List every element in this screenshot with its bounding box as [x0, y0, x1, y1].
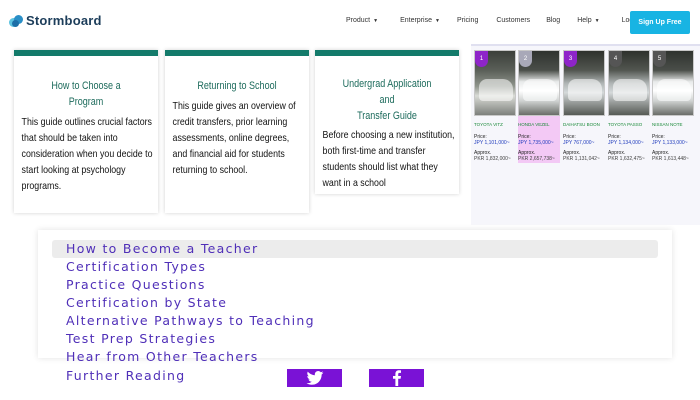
- car-price: JPY 1,134,000~: [608, 140, 644, 146]
- menu-link-alternative-pathways-to-teaching[interactable]: Alternative Pathways to Teaching: [66, 313, 315, 329]
- card-description: This guide outlines crucial factors that …: [21, 116, 153, 192]
- rank-badge: 1: [475, 51, 488, 67]
- twitter-share-button[interactable]: [287, 369, 342, 387]
- car-photo[interactable]: 3: [563, 50, 605, 116]
- car-photo[interactable]: 4: [608, 50, 650, 116]
- approx-total: PKR 1,131,042~: [563, 156, 600, 162]
- stormboard-logo-icon: [9, 14, 23, 28]
- menu-link-test-prep-strategies[interactable]: Test Prep Strategies: [66, 331, 216, 347]
- facebook-share-button[interactable]: [369, 369, 424, 387]
- car-card[interactable]: 1 TOYOTA VITZ Price: JPY 1,101,000~ Approx. P…: [474, 50, 516, 163]
- rank-badge: 2: [519, 51, 532, 67]
- menu-link-certification-by-state[interactable]: Certification by State: [66, 295, 227, 311]
- chevron-down-icon: ▼: [594, 18, 600, 24]
- car-price: JPY 1,101,000~: [474, 140, 510, 146]
- rank-badge: 4: [609, 51, 622, 67]
- car-body-shape: [523, 79, 557, 101]
- car-price: JPY 1,735,000~: [518, 140, 554, 146]
- approx-total: PKR 1,613,448~: [652, 156, 689, 162]
- car-body-shape: [568, 79, 602, 101]
- nav-link-blog[interactable]: Blog: [546, 17, 560, 24]
- car-body-shape: [657, 79, 691, 101]
- car-price: JPY 767,000~: [563, 140, 595, 146]
- sign-up-button[interactable]: Sign Up Free: [630, 11, 690, 34]
- car-body-shape: [479, 79, 513, 101]
- car-photo[interactable]: 1: [474, 50, 516, 116]
- menu-link-hear-from-other-teachers[interactable]: Hear from Other Teachers: [66, 349, 259, 365]
- facebook-icon: [392, 370, 401, 386]
- approx-total: PKR 2,657,738~: [518, 156, 555, 162]
- brand-logo[interactable]: Stormboard: [9, 13, 102, 28]
- menu-link-practice-questions[interactable]: Practice Questions: [66, 277, 206, 293]
- nav-link-customers[interactable]: Customers: [496, 17, 530, 24]
- menu-link-certification-types[interactable]: Certification Types: [66, 259, 206, 275]
- chevron-down-icon: ▼: [434, 18, 440, 24]
- car-body-shape: [613, 79, 647, 101]
- car-model-name[interactable]: DAIHATSU BOON: [563, 122, 605, 128]
- approx-total: PKR 1,632,475~: [608, 156, 645, 162]
- card-description: Before choosing a new institution, both f…: [322, 129, 455, 189]
- approx-total: PKR 1,832,000~: [474, 156, 511, 162]
- nav-link-help[interactable]: Help ▼: [577, 17, 599, 24]
- card-description: This guide gives an overview of credit tr…: [172, 100, 296, 176]
- car-listing-widget: 1 TOYOTA VITZ Price: JPY 1,101,000~ Approx. P…: [471, 44, 700, 225]
- menu-link-further-reading[interactable]: Further Reading: [66, 368, 185, 384]
- car-card[interactable]: 2 HONDA VEZEL Price: JPY 1,735,000~ Approx. P…: [518, 50, 560, 163]
- chevron-down-icon: ▼: [373, 18, 379, 24]
- card-title: Undergrad Application and Transfer Guide: [342, 78, 432, 122]
- nav-link-pricing[interactable]: Pricing: [457, 17, 478, 24]
- card-title: How to Choose a Program: [51, 80, 121, 108]
- guide-card-undergrad-transfer[interactable]: Undergrad Application and Transfer Guide…: [315, 50, 459, 194]
- guide-card-returning-school[interactable]: Returning to School This guide gives an …: [165, 50, 309, 213]
- nav-link-enterprise[interactable]: Enterprise ▼: [400, 17, 440, 24]
- car-photo[interactable]: 2: [518, 50, 560, 116]
- car-card[interactable]: 4 TOYOTA PASSO Price: JPY 1,134,000~ Approx.…: [608, 50, 650, 163]
- car-photo[interactable]: 5: [652, 50, 694, 116]
- car-card[interactable]: 3 DAIHATSU BOON Price: JPY 767,000~ Approx. P…: [563, 50, 605, 163]
- nav-links: Product ▼ Enterprise ▼ Pricing Customers Blog H…: [346, 17, 648, 24]
- car-model-name[interactable]: TOYOTA PASSO: [608, 122, 650, 128]
- rank-badge: 3: [564, 51, 577, 67]
- card-title: Returning to School: [197, 80, 277, 92]
- brand-name: Stormboard: [26, 13, 102, 28]
- nav-link-product[interactable]: Product ▼: [346, 17, 378, 24]
- rank-badge: 5: [653, 51, 666, 67]
- twitter-icon: [306, 371, 323, 385]
- car-model-name[interactable]: TOYOTA VITZ: [474, 122, 516, 128]
- top-navbar: Stormboard Product ▼ Enterprise ▼ Pricing Cus…: [0, 0, 700, 44]
- car-card[interactable]: 5 NISSAN NOTE Price: JPY 1,133,000~ Approx. P…: [652, 50, 694, 163]
- menu-link-how-to-become-a-teacher[interactable]: How to Become a Teacher: [66, 241, 258, 257]
- car-price: JPY 1,133,000~: [652, 140, 688, 146]
- car-model-name[interactable]: NISSAN NOTE: [652, 122, 694, 128]
- car-model-name[interactable]: HONDA VEZEL: [518, 122, 560, 128]
- guide-card-choose-program[interactable]: How to Choose a Program This guide outli…: [14, 50, 158, 213]
